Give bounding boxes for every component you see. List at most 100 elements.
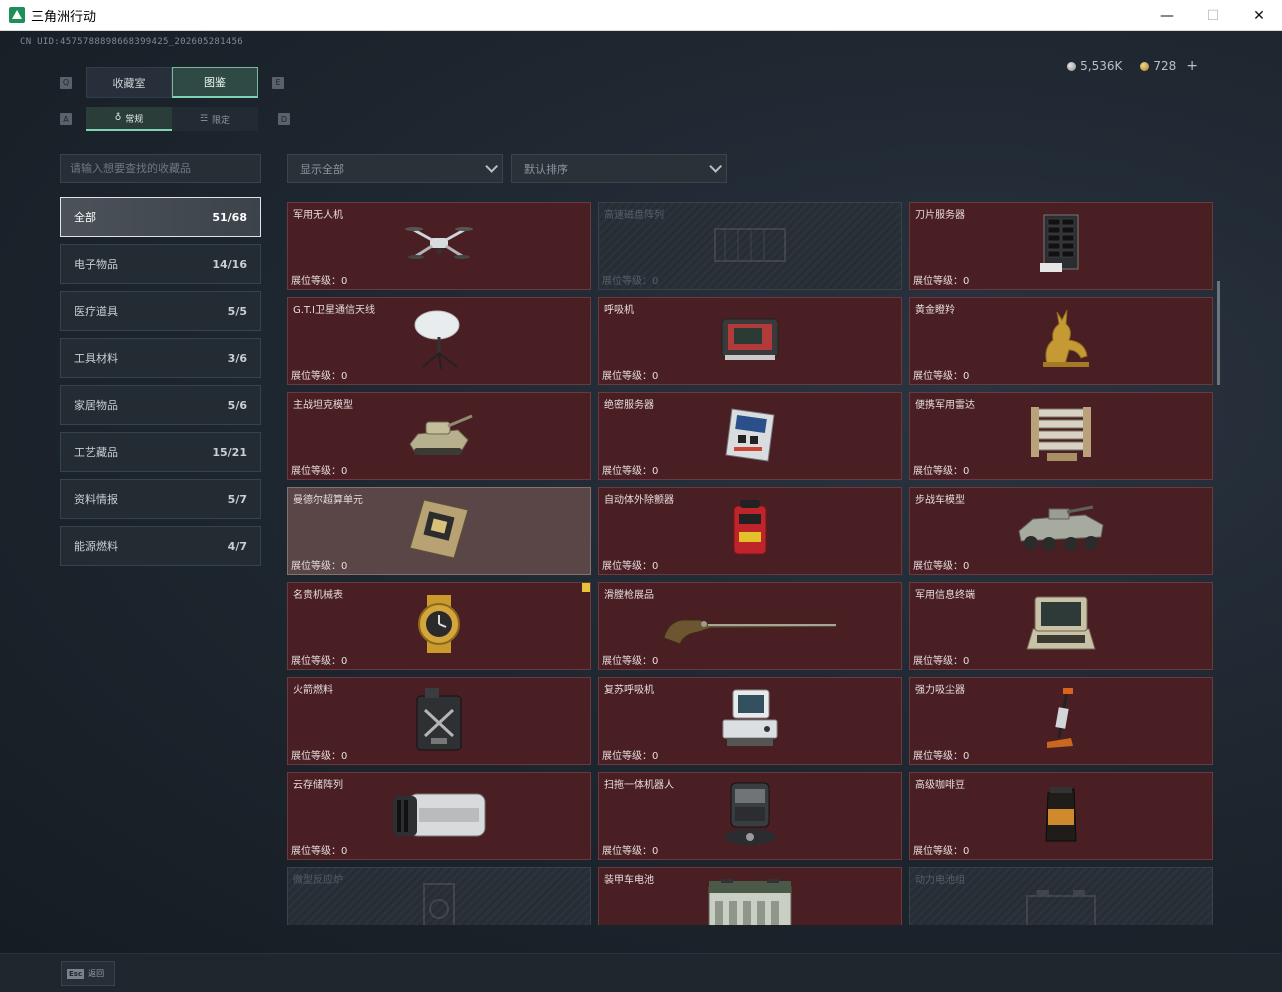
- power-battery-icon: [1021, 884, 1101, 925]
- blade-server-icon: [1038, 213, 1084, 279]
- card-level-label: 展位等级：: [913, 371, 963, 382]
- card-level: 展位等级：0: [291, 557, 347, 572]
- tab-regular[interactable]: ♁ 常规: [86, 107, 172, 131]
- card-level-value: 0: [652, 561, 659, 572]
- bottom-bar: Esc 返回: [0, 953, 1282, 992]
- collection-card[interactable]: 装甲车电池展位等级：0: [598, 867, 902, 925]
- card-item-name: 曼德尔超算单元: [293, 495, 363, 506]
- collection-card[interactable]: 便携军用雷达 展位等级：0: [909, 392, 1213, 480]
- card-level-label: 展位等级：: [602, 466, 652, 477]
- category-count: 51/68: [212, 210, 247, 224]
- card-level-label: 展位等级：: [602, 846, 652, 857]
- window-titlebar: 三角洲行动 — ☐ ✕: [0, 0, 1282, 31]
- collection-card[interactable]: G.T.I卫星通信天线 展位等级：0: [287, 297, 591, 385]
- micro-reactor-icon: [416, 878, 462, 925]
- rocket-fuel-icon: [411, 686, 467, 756]
- card-level-label: 展位等级：: [913, 276, 963, 287]
- collection-card[interactable]: 高速磁盘阵列 展位等级：0: [598, 202, 902, 290]
- currency-gold[interactable]: 728 +: [1140, 58, 1198, 74]
- show-filter-dropdown[interactable]: 显示全部: [287, 154, 503, 183]
- collection-card[interactable]: 滑膛枪展品 展位等级：0: [598, 582, 902, 670]
- collection-card[interactable]: 主战坦克模型 展位等级：0: [287, 392, 591, 480]
- collection-card[interactable]: 步战车模型 展位等级：0: [909, 487, 1213, 575]
- category-item[interactable]: 工艺藏品 15/21: [60, 432, 261, 472]
- collection-card[interactable]: 军用无人机 展位等级：0: [287, 202, 591, 290]
- collection-card[interactable]: 曼德尔超算单元展位等级：0: [287, 487, 591, 575]
- card-level-value: 0: [341, 371, 348, 382]
- category-item[interactable]: 电子物品 14/16: [60, 244, 261, 284]
- card-level-label: 展位等级：: [913, 656, 963, 667]
- card-item-name: 绝密服务器: [604, 400, 654, 411]
- card-level-value: 0: [963, 656, 970, 667]
- card-item-name: 装甲车电池: [604, 875, 654, 886]
- search-input[interactable]: [60, 154, 261, 183]
- collection-card[interactable]: 动力电池组展位等级：0: [909, 867, 1213, 925]
- card-level-value: 0: [341, 276, 348, 287]
- category-count: 15/21: [212, 445, 247, 459]
- maximize-button[interactable]: ☐: [1190, 0, 1236, 31]
- resuscitator-icon: [719, 688, 781, 754]
- card-level-value: 0: [341, 846, 348, 857]
- collection-card[interactable]: 刀片服务器 展位等级：0: [909, 202, 1213, 290]
- card-level-label: 展位等级：: [913, 466, 963, 477]
- player-uid: CN UID:4575788898668399425_202605281456: [20, 37, 244, 47]
- category-item[interactable]: 医疗道具 5/5: [60, 291, 261, 331]
- card-level: 展位等级：0: [602, 462, 658, 477]
- card-level: 展位等级：0: [291, 842, 347, 857]
- category-item[interactable]: 家居物品 5/6: [60, 385, 261, 425]
- collection-card[interactable]: 绝密服务器展位等级：0: [598, 392, 902, 480]
- category-item[interactable]: 工具材料 3/6: [60, 338, 261, 378]
- collection-card[interactable]: 名贵机械表 展位等级：0: [287, 582, 591, 670]
- cloud-storage-icon: [389, 784, 489, 848]
- sub-tabs: A ♁ 常规 ☲ 限定 D: [60, 107, 290, 131]
- card-level: 展位等级：0: [602, 272, 658, 287]
- collection-card[interactable]: 强力吸尘器 展位等级：0: [909, 677, 1213, 765]
- coffee-beans-icon: [1044, 785, 1078, 847]
- collection-card[interactable]: 微型反应炉展位等级：0: [287, 867, 591, 925]
- main-tabs: Q 收藏室 图鉴 E: [60, 67, 284, 98]
- card-level-value: 0: [652, 846, 659, 857]
- collection-card[interactable]: 军用信息终端 展位等级：0: [909, 582, 1213, 670]
- card-level-value: 0: [652, 466, 659, 477]
- regular-icon: ♁: [114, 113, 122, 123]
- ifv-model-icon: [1013, 503, 1109, 559]
- tab-limited[interactable]: ☲ 限定: [172, 107, 258, 131]
- currency-bar: 5,536K 728 +: [1067, 58, 1198, 74]
- category-label: 工艺藏品: [74, 446, 118, 459]
- tab-collection-room[interactable]: 收藏室: [86, 67, 172, 98]
- secret-server-icon: [720, 403, 780, 469]
- card-level-value: 0: [341, 561, 348, 572]
- category-item[interactable]: 资料情报 5/7: [60, 479, 261, 519]
- card-item-name: 名贵机械表: [293, 590, 343, 601]
- collection-card[interactable]: 黄金瞪羚 展位等级：0: [909, 297, 1213, 385]
- collection-card[interactable]: 复苏呼吸机 展位等级：0: [598, 677, 902, 765]
- card-level-label: 展位等级：: [602, 371, 652, 382]
- collection-card[interactable]: 自动体外除颤器 展位等级：0: [598, 487, 902, 575]
- card-level-label: 展位等级：: [291, 371, 341, 382]
- collection-card[interactable]: 呼吸机 展位等级：0: [598, 297, 902, 385]
- card-level-value: 0: [652, 751, 659, 762]
- collection-card[interactable]: 扫拖一体机器人 展位等级：0: [598, 772, 902, 860]
- collection-card[interactable]: 高级咖啡豆 展位等级：0: [909, 772, 1213, 860]
- collection-card[interactable]: 火箭燃料 展位等级：0: [287, 677, 591, 765]
- back-button[interactable]: Esc 返回: [61, 961, 115, 986]
- tab-codex[interactable]: 图鉴: [172, 67, 258, 98]
- add-currency-button[interactable]: +: [1186, 58, 1198, 74]
- sort-dropdown[interactable]: 默认排序: [511, 154, 727, 183]
- card-level-label: 展位等级：: [913, 751, 963, 762]
- vacuum-cleaner-icon: [1041, 686, 1081, 756]
- grid-scrollbar[interactable]: [1217, 281, 1220, 385]
- category-list: 全部 51/68 电子物品 14/16 医疗道具 5/5 工具材料 3/6 家居物品 5/6 工艺藏…: [60, 197, 261, 573]
- card-level-label: 展位等级：: [291, 656, 341, 667]
- minimize-button[interactable]: —: [1144, 0, 1190, 31]
- close-button[interactable]: ✕: [1236, 0, 1282, 31]
- collection-card[interactable]: 云存储阵列 展位等级：0: [287, 772, 591, 860]
- card-level-label: 展位等级：: [602, 561, 652, 572]
- tab-limited-label: 限定: [212, 115, 231, 126]
- category-item[interactable]: 能源燃料 4/7: [60, 526, 261, 566]
- window-title: 三角洲行动: [31, 9, 97, 25]
- esc-key-hint: Esc: [67, 968, 85, 979]
- card-item-name: 扫拖一体机器人: [604, 780, 674, 791]
- category-item[interactable]: 全部 51/68: [60, 197, 261, 237]
- collection-grid: 军用无人机 展位等级：0 高速磁盘阵列 展位等级：0 刀片服务器 展位等级：0 G.T.I卫…: [287, 202, 1214, 925]
